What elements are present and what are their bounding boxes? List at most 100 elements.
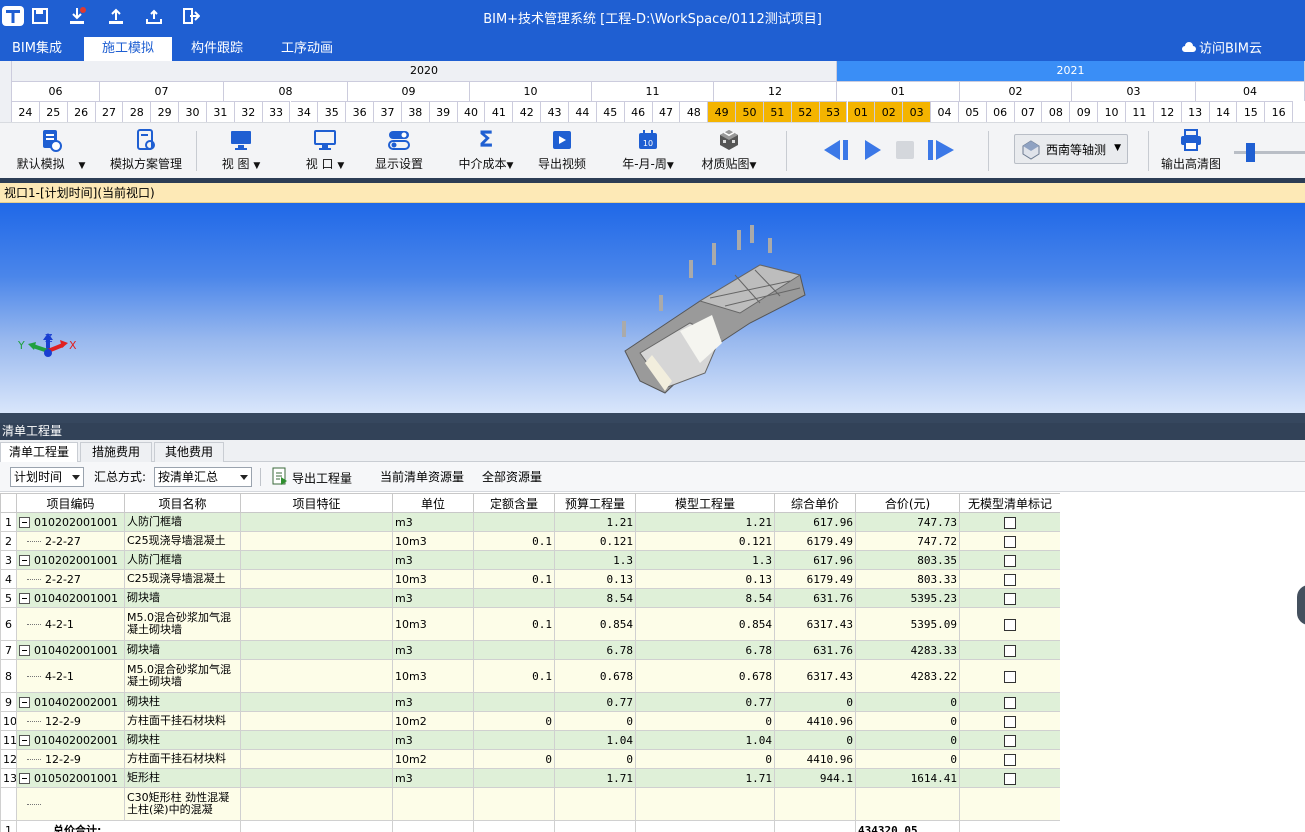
timeline-day[interactable]: 30 <box>179 101 207 122</box>
item-code-cell[interactable]: 4-2-1 <box>16 659 125 693</box>
year-month-week-button[interactable]: 10 年-月-周▼ <box>612 125 684 177</box>
ration-content[interactable] <box>473 768 555 788</box>
item-name[interactable]: 砌块柱 <box>124 730 241 750</box>
timeline-day[interactable]: 05 <box>958 101 987 122</box>
item-name[interactable]: 砌块柱 <box>124 692 241 712</box>
model-quantity[interactable]: 1.04 <box>635 730 775 750</box>
unit-cell[interactable]: m3 <box>392 730 474 750</box>
timeline-day[interactable]: 26 <box>67 101 96 122</box>
timeline-day[interactable]: 53 <box>819 101 848 122</box>
item-code-cell[interactable]: 12-2-9 <box>16 749 125 769</box>
no-model-checkbox[interactable] <box>1004 753 1016 766</box>
model-quantity[interactable]: 1.71 <box>635 768 775 788</box>
ration-content[interactable] <box>473 640 555 660</box>
model-quantity[interactable]: 6.78 <box>635 640 775 660</box>
model-quantity[interactable]: 8.54 <box>635 588 775 608</box>
timeline-day[interactable]: 33 <box>262 101 291 122</box>
current-bill-resource-button[interactable]: 当前清单资源量 <box>380 467 464 487</box>
unit-price[interactable]: 6317.43 <box>774 659 856 693</box>
no-model-mark-cell[interactable] <box>959 711 1060 731</box>
item-feature[interactable] <box>240 730 393 750</box>
unit-price[interactable]: 6179.49 <box>774 569 856 589</box>
view-direction-select[interactable]: 西南等轴测 ▼ <box>1014 134 1128 164</box>
timeline-day[interactable]: 07 <box>1014 101 1043 122</box>
tab-measure-cost[interactable]: 措施费用 <box>80 442 152 462</box>
step-back-button[interactable] <box>820 137 852 163</box>
item-code-cell[interactable]: 010502001001 <box>16 768 125 788</box>
timeline-day[interactable]: 37 <box>374 101 402 122</box>
no-model-mark-cell[interactable] <box>959 607 1060 641</box>
table-row[interactable]: 11 010402002001 砌块柱 m3 1.04 1.04 0 0 <box>0 730 1060 750</box>
row-number[interactable]: 8 <box>0 659 17 693</box>
timeline-day[interactable]: 34 <box>290 101 319 122</box>
item-code-cell[interactable]: 2-2-27 <box>16 569 125 589</box>
timeline-day[interactable]: 04 <box>931 101 959 122</box>
side-panel-handle[interactable] <box>1297 585 1305 625</box>
speed-slider[interactable] <box>1234 143 1305 162</box>
budget-quantity[interactable]: 0 <box>554 711 636 731</box>
row-number[interactable]: 1 <box>0 512 17 532</box>
budget-quantity[interactable]: 0.77 <box>554 692 636 712</box>
no-model-mark-cell[interactable] <box>959 569 1060 589</box>
timeline-day[interactable]: 24 <box>12 101 40 122</box>
timeline-day[interactable]: 03 <box>903 101 932 122</box>
total-price[interactable]: 0 <box>855 711 960 731</box>
unit-cell[interactable] <box>392 787 474 821</box>
item-name[interactable]: 人防门框墙 <box>124 550 241 570</box>
timeline-month[interactable]: 08 <box>224 81 348 101</box>
model-quantity[interactable]: 1.3 <box>635 550 775 570</box>
ration-content[interactable] <box>473 692 555 712</box>
no-model-mark-cell[interactable] <box>959 588 1060 608</box>
row-number[interactable]: 6 <box>0 607 17 641</box>
table-row[interactable]: 8 4-2-1 M5.0混合砂浆加气混凝土砌块墙 10m3 0.1 0.678 0.678 6… <box>0 659 1060 693</box>
timeline-day[interactable]: 29 <box>151 101 180 122</box>
unit-cell[interactable]: 10m3 <box>392 531 474 551</box>
timeline-year[interactable]: 2020 <box>12 61 837 81</box>
stop-button[interactable] <box>894 139 916 161</box>
table-row[interactable]: C30矩形柱 劲性混凝土柱(梁)中的混凝 <box>0 787 1060 821</box>
display-settings-button[interactable]: 显示设置 <box>368 125 430 177</box>
unit-price[interactable]: 6179.49 <box>774 531 856 551</box>
total-price[interactable]: 0 <box>855 730 960 750</box>
total-price[interactable]: 1614.41 <box>855 768 960 788</box>
ration-content[interactable]: 0 <box>473 711 555 731</box>
table-row[interactable]: 12 12-2-9 方柱面干挂石材块料 10m2 0 0 0 4410.96 0 <box>0 749 1060 769</box>
timeline-day[interactable]: 08 <box>1042 101 1071 122</box>
row-number[interactable]: 5 <box>0 588 17 608</box>
all-resource-button[interactable]: 全部资源量 <box>482 467 542 487</box>
column-header[interactable]: 项目特征 <box>240 493 393 513</box>
budget-quantity[interactable]: 0.121 <box>554 531 636 551</box>
item-name[interactable]: 砌块墙 <box>124 588 241 608</box>
item-code-cell[interactable]: 010402002001 <box>16 730 125 750</box>
no-model-mark-cell[interactable] <box>959 787 1060 821</box>
model-quantity[interactable]: 0.678 <box>635 659 775 693</box>
collapse-toggle-icon[interactable] <box>19 555 30 566</box>
ration-content[interactable]: 0.1 <box>473 531 555 551</box>
timeline-month[interactable]: 12 <box>714 81 837 101</box>
row-number[interactable]: 4 <box>0 569 17 589</box>
timeline-month[interactable]: 06 <box>12 81 100 101</box>
model-quantity[interactable]: 1.21 <box>635 512 775 532</box>
ration-content[interactable] <box>473 588 555 608</box>
timeline-month[interactable]: 02 <box>960 81 1072 101</box>
item-code-cell[interactable]: 010202001001 <box>16 550 125 570</box>
timeline-day[interactable]: 16 <box>1265 101 1294 122</box>
collapse-toggle-icon[interactable] <box>19 517 30 528</box>
timeline-day[interactable]: 36 <box>346 101 375 122</box>
timeline-day[interactable]: 41 <box>485 101 514 122</box>
budget-quantity[interactable]: 8.54 <box>554 588 636 608</box>
table-row[interactable]: 2 2-2-27 C25现浇导墙混凝土 10m3 0.1 0.121 0.121 6179.4… <box>0 531 1060 551</box>
column-header[interactable]: 无模型清单标记 <box>959 493 1060 513</box>
item-feature[interactable] <box>240 607 393 641</box>
timeline-day[interactable]: 11 <box>1126 101 1154 122</box>
3d-viewport[interactable]: Z X Y <box>0 203 1305 413</box>
timeline-day[interactable]: 15 <box>1237 101 1266 122</box>
table-row[interactable]: 7 010402001001 砌块墙 m3 6.78 6.78 631.76 4283.33 <box>0 640 1060 660</box>
timeline-day[interactable]: 44 <box>569 101 597 122</box>
no-model-mark-cell[interactable] <box>959 512 1060 532</box>
timeline-month[interactable]: 11 <box>592 81 714 101</box>
no-model-checkbox[interactable] <box>1004 734 1016 747</box>
table-row[interactable]: 1 010202001001 人防门框墙 m3 1.21 1.21 617.96 747.73 <box>0 512 1060 532</box>
timeline-day[interactable]: 45 <box>596 101 625 122</box>
unit-price[interactable]: 631.76 <box>774 588 856 608</box>
